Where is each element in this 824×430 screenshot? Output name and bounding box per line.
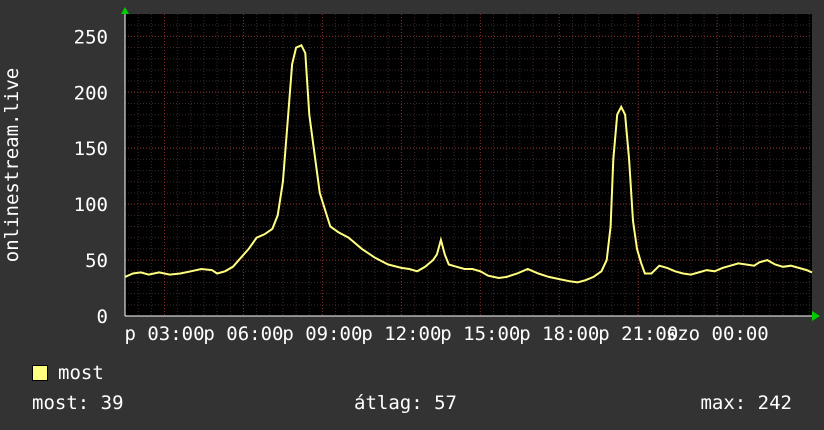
x-tick-label: p 12:00 (361, 323, 441, 345)
stat-max: max: 242 (700, 392, 792, 414)
y-axis-arrow-icon (121, 7, 129, 14)
x-tick-label: p 09:00 (282, 323, 362, 345)
stat-current: most: 39 (32, 392, 124, 414)
y-tick-label: 50 (85, 250, 108, 272)
y-axis-ticks: 0 50 100 150 200 250 (74, 26, 108, 328)
x-tick-label: p 15:00 (440, 323, 520, 345)
y-tick-label: 0 (97, 306, 108, 328)
stats-row: most: 39 átlag: 57 max: 242 (32, 392, 792, 416)
y-tick-label: 100 (74, 194, 108, 216)
legend-label: most (58, 362, 104, 384)
x-tick-label: p 03:00 (124, 323, 204, 345)
y-tick-label: 250 (74, 26, 108, 48)
chart: 050100150200250 p 03:00p 06:00p 09:00p 1… (1, 7, 820, 345)
y-axis-title: onlinestream.live (1, 68, 23, 262)
legend-swatch (32, 365, 48, 381)
y-tick-label: 150 (74, 138, 108, 160)
x-tick-label: p 18:00 (519, 323, 599, 345)
x-tick-label: p 06:00 (203, 323, 283, 345)
x-axis-arrow-icon (812, 311, 820, 321)
x-tick-label: szo 00:00 (666, 323, 769, 345)
legend: most (32, 362, 104, 384)
stat-average: átlag: 57 (354, 392, 457, 414)
y-tick-label: 200 (74, 82, 108, 104)
x-axis-ticks: p 03:00p 06:00p 09:00p 12:00p 15:00p 18:… (124, 323, 768, 345)
